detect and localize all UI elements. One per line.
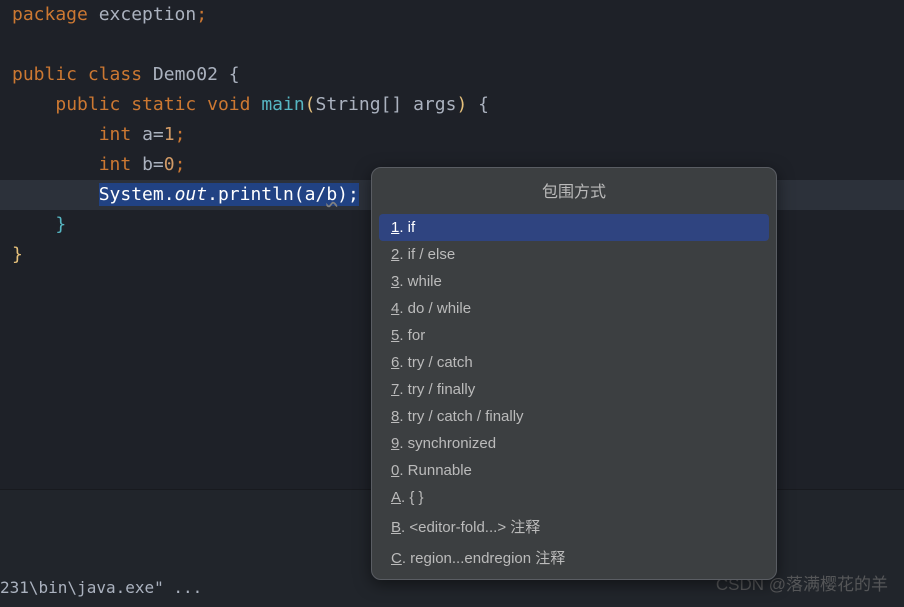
code-line: public static void main(String[] args) { (12, 90, 892, 120)
popup-title: 包围方式 (372, 168, 776, 210)
popup-item-if-else[interactable]: 2. if / else (379, 241, 769, 268)
popup-item-try-finally[interactable]: 7. try / finally (379, 376, 769, 403)
code-line: public class Demo02 { (12, 60, 892, 90)
code-line-empty (12, 30, 892, 60)
popup-item-braces[interactable]: A. { } (379, 484, 769, 511)
code-line: int a=1; (12, 120, 892, 150)
code-line: package exception; (12, 0, 892, 30)
popup-item-region[interactable]: C. region...endregion 注释 (379, 542, 769, 573)
popup-item-try-catch[interactable]: 6. try / catch (379, 349, 769, 376)
keyword-package: package (12, 4, 88, 25)
popup-item-try-catch-finally[interactable]: 8. try / catch / finally (379, 403, 769, 430)
popup-item-while[interactable]: 3. while (379, 268, 769, 295)
popup-item-if[interactable]: 1. if (379, 214, 769, 241)
popup-item-synchronized[interactable]: 9. synchronized (379, 430, 769, 457)
popup-list: 1. if 2. if / else 3. while 4. do / whil… (372, 210, 776, 579)
popup-item-do-while[interactable]: 4. do / while (379, 295, 769, 322)
popup-item-runnable[interactable]: 0. Runnable (379, 457, 769, 484)
popup-item-editor-fold[interactable]: B. <editor-fold...> 注释 (379, 511, 769, 542)
popup-item-for[interactable]: 5. for (379, 322, 769, 349)
console-output: 231\bin\java.exe" ... (0, 578, 202, 597)
package-name: exception (99, 4, 197, 25)
surround-with-popup: 包围方式 1. if 2. if / else 3. while 4. do /… (371, 167, 777, 580)
selection: System.out.println(a/b); (99, 183, 359, 206)
